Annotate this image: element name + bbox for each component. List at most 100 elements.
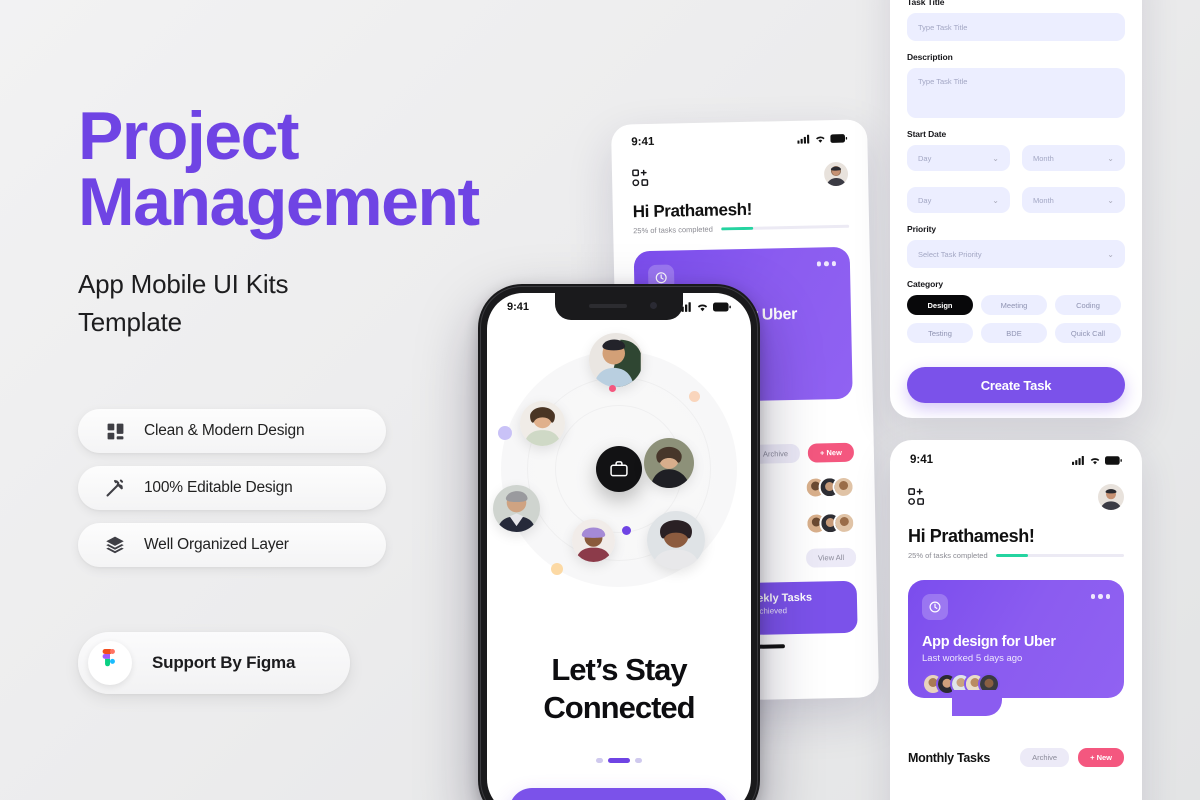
category-options: Design Meeting Coding Testing BDE Quick … xyxy=(907,295,1125,343)
chevron-down-icon: ⌄ xyxy=(1107,249,1114,259)
wifi-icon xyxy=(697,303,708,311)
start-month-select[interactable]: Month ⌄ xyxy=(1022,145,1125,171)
start-day-select[interactable]: Day ⌄ xyxy=(907,145,1010,171)
team-avatar[interactable] xyxy=(520,401,565,446)
card-subtitle: Last worked 5 days ago xyxy=(922,653,1023,664)
accent-dot xyxy=(689,391,700,402)
pagination-dots[interactable] xyxy=(487,758,751,763)
archive-button[interactable]: Archive xyxy=(1020,748,1070,767)
task-title-label: Task Title xyxy=(907,0,945,7)
title-line-1: Project xyxy=(78,98,300,174)
status-indicators xyxy=(678,301,731,312)
priority-value: Select Task Priority xyxy=(918,249,982,259)
assignee-stack xyxy=(922,673,1110,695)
team-avatar[interactable] xyxy=(589,333,643,387)
category-option-bde[interactable]: BDE xyxy=(981,323,1047,343)
start-date-label: Start Date xyxy=(907,129,947,139)
accent-dot xyxy=(609,385,616,392)
feature-list: Clean & Modern Design 100% Editable Desi… xyxy=(78,409,386,580)
create-task-button[interactable]: Create Task xyxy=(907,367,1125,403)
pager-dot[interactable] xyxy=(596,758,603,763)
progress-label: 25% of tasks completed xyxy=(633,224,713,236)
add-grid-icon[interactable] xyxy=(908,488,926,506)
accent-dot xyxy=(622,526,631,535)
assignee-stack xyxy=(804,475,855,499)
start-day-value: Day xyxy=(918,153,932,163)
start-month-value: Month xyxy=(1033,153,1054,163)
battery-icon xyxy=(713,302,731,311)
magic-wand-icon xyxy=(102,477,128,499)
support-by-figma-badge: Support By Figma xyxy=(78,632,350,694)
category-option-coding[interactable]: Coding xyxy=(1055,295,1121,315)
dashboard-screen: 9:41 Hi Prathamesh! 25% of tasks complet… xyxy=(890,440,1142,800)
description-input[interactable]: Type Task Title xyxy=(907,68,1125,118)
pager-dot[interactable] xyxy=(635,758,642,763)
three-dots-icon[interactable] xyxy=(816,261,836,266)
progress-fill xyxy=(995,553,1028,558)
end-day-select[interactable]: Day ⌄ xyxy=(907,187,1010,213)
pager-dot-active[interactable] xyxy=(608,758,630,763)
end-month-select[interactable]: Month ⌄ xyxy=(1022,187,1125,213)
team-avatar[interactable] xyxy=(647,511,705,569)
new-task-button[interactable]: + New xyxy=(807,442,855,463)
add-grid-icon[interactable] xyxy=(632,169,650,187)
description-label: Description xyxy=(907,52,953,62)
three-dots-icon[interactable] xyxy=(1090,594,1110,599)
progress-track xyxy=(720,224,850,231)
cellular-signal-icon xyxy=(1072,455,1084,465)
avatar[interactable] xyxy=(823,161,849,187)
layout-grid-icon xyxy=(102,420,128,442)
status-indicators xyxy=(1072,455,1122,465)
status-indicators xyxy=(797,133,848,144)
hero-title: Let’s Stay Connected xyxy=(487,651,751,727)
onboarding-screen: 9:41 Let’s Stay Connected xyxy=(487,293,751,800)
page-title: Project Management xyxy=(78,102,598,240)
progress-track xyxy=(995,553,1124,558)
end-month-value: Month xyxy=(1033,195,1054,205)
briefcase-icon[interactable] xyxy=(596,446,642,492)
project-card[interactable]: App design for Uber Last worked 5 days a… xyxy=(908,580,1124,716)
main-phone-mockup: 9:41 Let’s Stay Connected xyxy=(478,284,760,800)
status-bar: 9:41 xyxy=(611,119,867,150)
feature-item-editable-design: 100% Editable Design xyxy=(78,466,386,510)
chevron-down-icon: ⌄ xyxy=(992,153,999,163)
battery-icon xyxy=(1105,455,1122,465)
new-task-button[interactable]: + New xyxy=(1078,748,1124,767)
avatar[interactable] xyxy=(1098,484,1124,510)
view-all-button[interactable]: View All xyxy=(805,547,857,568)
priority-label: Priority xyxy=(907,224,936,234)
create-task-screen: Task Title Type Task Title Description T… xyxy=(890,0,1142,418)
status-time: 9:41 xyxy=(631,135,655,149)
figma-icon xyxy=(88,641,132,685)
card-title: App design for Uber xyxy=(922,634,1056,650)
team-avatar[interactable] xyxy=(493,485,540,532)
feature-label: Well Organized Layer xyxy=(144,536,289,553)
wifi-icon xyxy=(816,136,825,143)
clock-icon xyxy=(922,594,948,620)
accent-dot xyxy=(551,563,563,575)
team-avatar[interactable] xyxy=(644,438,694,488)
task-title-input[interactable]: Type Task Title xyxy=(907,13,1125,41)
accent-dot xyxy=(498,426,512,440)
category-option-testing[interactable]: Testing xyxy=(907,323,973,343)
assignee-stack xyxy=(805,511,856,535)
get-started-button[interactable]: Get Started xyxy=(509,788,729,800)
title-line-2: Management xyxy=(78,163,480,240)
hero-line-2: Connected xyxy=(543,689,695,725)
feature-label: 100% Editable Design xyxy=(144,479,293,496)
section-title: Monthly Tasks xyxy=(908,750,990,765)
progress-row: 25% of tasks completed xyxy=(908,551,1124,560)
category-option-meeting[interactable]: Meeting xyxy=(981,295,1047,315)
cellular-signal-icon xyxy=(797,134,810,144)
chevron-down-icon: ⌄ xyxy=(1107,195,1114,205)
card-tail xyxy=(952,690,1002,716)
team-avatar[interactable] xyxy=(572,519,615,562)
priority-select[interactable]: Select Task Priority ⌄ xyxy=(907,240,1125,268)
layers-icon xyxy=(102,534,128,556)
category-option-design[interactable]: Design xyxy=(907,295,973,315)
category-option-quick-call[interactable]: Quick Call xyxy=(1055,323,1121,343)
feature-label: Clean & Modern Design xyxy=(144,422,305,439)
feature-item-clean-modern-design: Clean & Modern Design xyxy=(78,409,386,453)
status-time: 9:41 xyxy=(910,454,934,466)
phone-notch xyxy=(555,293,683,320)
